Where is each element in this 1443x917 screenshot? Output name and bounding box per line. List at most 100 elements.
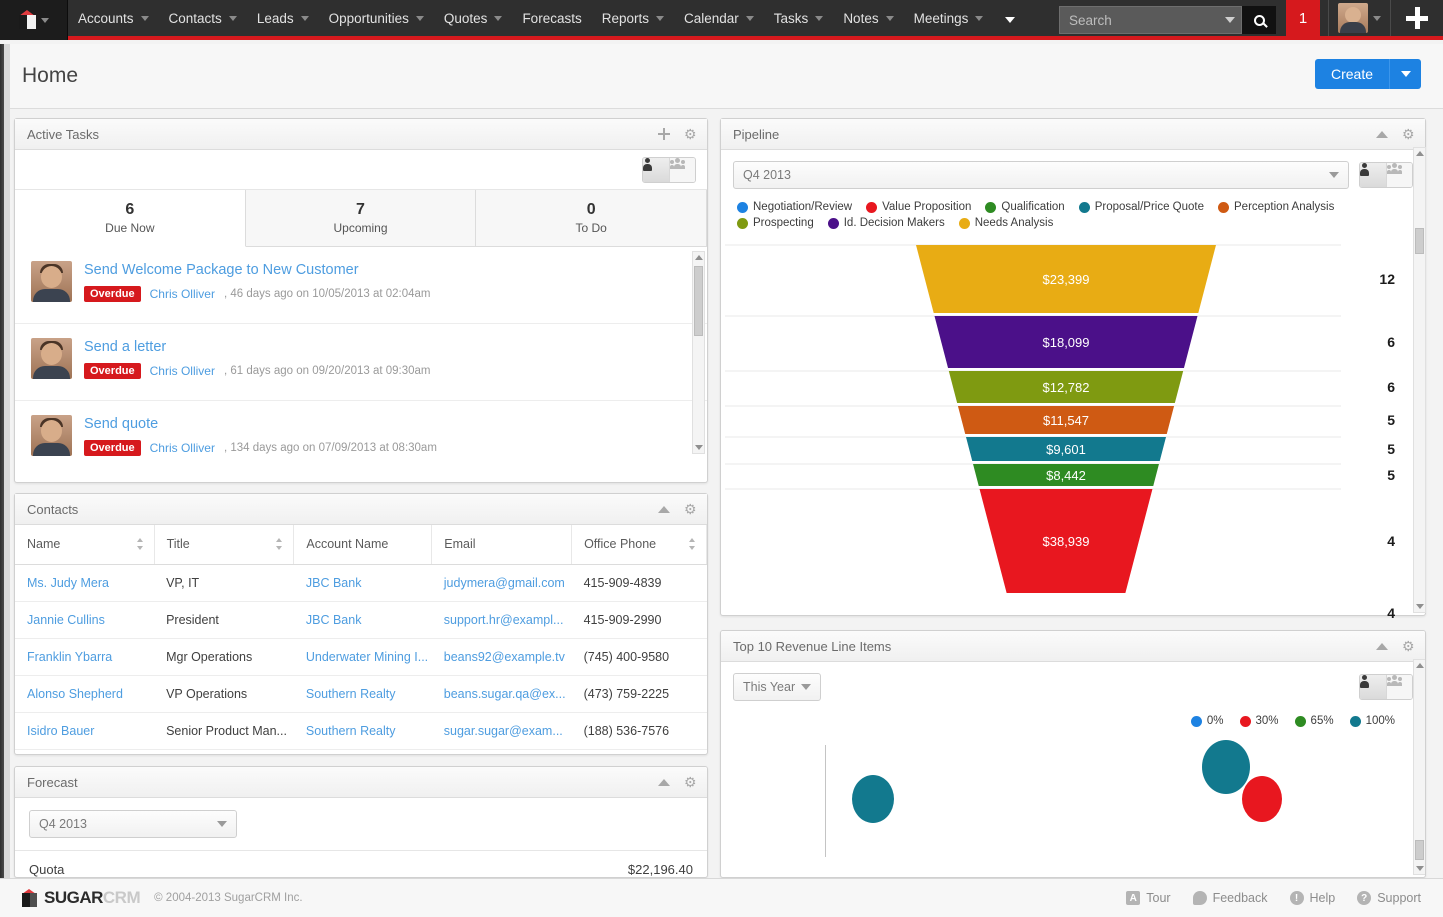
scroll-down-arrow-icon[interactable] (1416, 604, 1424, 609)
legend-item[interactable]: 65% (1294, 715, 1334, 727)
chevron-down-icon[interactable] (1225, 17, 1235, 23)
nav-item-leads[interactable]: Leads (247, 0, 319, 38)
chevron-down-icon[interactable] (140, 15, 149, 21)
task-owner-link[interactable]: Chris Olliver (150, 441, 215, 455)
create-dropdown-toggle[interactable] (1389, 59, 1421, 89)
contact-email-link[interactable]: beans.sugar.qa@ex... (431, 675, 572, 713)
task-name-link[interactable]: Send a letter (84, 339, 431, 355)
gear-icon[interactable]: ⚙ (684, 127, 697, 141)
contact-account-link[interactable]: Underwater Mining I... (293, 638, 432, 676)
task-owner-link[interactable]: Chris Olliver (150, 364, 215, 378)
user-menu-button[interactable] (1328, 0, 1391, 36)
column-header-name[interactable]: Name (15, 525, 155, 565)
scope-team-items-button[interactable] (1386, 675, 1412, 699)
legend-item[interactable]: 100% (1349, 715, 1395, 727)
nav-item-quotes[interactable]: Quotes (434, 0, 513, 38)
scrollbar-thumb[interactable] (1415, 228, 1424, 254)
footer-link-feedback[interactable]: Feedback (1192, 891, 1268, 905)
scroll-up-arrow-icon[interactable] (1416, 151, 1424, 156)
chevron-down-icon[interactable] (656, 15, 664, 21)
scroll-down-arrow-icon[interactable] (695, 445, 703, 450)
task-tab-due-now[interactable]: 6 Due Now (15, 190, 246, 247)
footer-link-tour[interactable]: A Tour (1126, 891, 1171, 905)
contact-account-link[interactable]: Southern Realty (293, 675, 432, 713)
pipeline-scrollbar[interactable] (1413, 147, 1426, 613)
sugarcrm-logo-button[interactable] (0, 0, 68, 40)
contact-email-link[interactable]: judymera@gmail.com (431, 564, 572, 602)
collapse-icon[interactable] (1376, 642, 1388, 650)
table-row[interactable]: Jannie Cullins President JBC Bank support.h… (15, 601, 707, 639)
quick-create-button[interactable] (1391, 0, 1443, 36)
task-row[interactable]: Send Welcome Package to New Customer Over… (15, 247, 707, 324)
column-header-email[interactable]: Email (431, 525, 573, 565)
scroll-down-arrow-icon[interactable] (1416, 866, 1424, 871)
legend-item[interactable]: 0% (1190, 715, 1224, 727)
task-row[interactable]: Send quote Overdue Chris Olliver , 134 days… (15, 401, 707, 458)
sort-icon[interactable] (689, 538, 696, 550)
task-tab-to-do[interactable]: 0 To Do (476, 190, 708, 246)
scope-team-items-button[interactable] (669, 157, 695, 182)
legend-item[interactable]: Needs Analysis (958, 217, 1053, 229)
nav-item-meetings[interactable]: Meetings (904, 0, 994, 38)
task-name-link[interactable]: Send quote (84, 416, 437, 432)
scope-team-items-button[interactable] (1386, 163, 1412, 187)
gear-icon[interactable]: ⚙ (1402, 127, 1415, 141)
scope-my-items-button[interactable] (643, 157, 669, 182)
revenue-scrollbar[interactable] (1413, 659, 1425, 875)
contact-email-link[interactable]: beans92@example.tv (431, 638, 572, 676)
contact-name-link[interactable]: Ms. Judy Mera (15, 564, 155, 602)
task-list-scrollbar[interactable] (692, 251, 705, 454)
nav-item-tasks[interactable]: Tasks (764, 0, 834, 38)
chevron-down-icon[interactable] (494, 15, 503, 21)
table-row[interactable]: Alonso Shepherd VP Operations Southern Rea… (15, 675, 707, 713)
contact-name-link[interactable]: Alonso Shepherd (15, 675, 155, 713)
column-header-account-name[interactable]: Account Name (293, 525, 433, 565)
chevron-down-icon[interactable] (975, 15, 984, 21)
contact-name-link[interactable]: Franklin Ybarra (15, 638, 155, 676)
contact-account-link[interactable]: JBC Bank (293, 601, 432, 639)
contact-email-link[interactable]: support.hr@exampl... (431, 601, 572, 639)
search-input[interactable] (1069, 12, 1219, 28)
table-row[interactable]: Isidro Bauer Senior Product Man... Souther… (15, 712, 707, 750)
bubble-point[interactable] (852, 775, 894, 823)
nav-item-calendar[interactable]: Calendar (674, 0, 764, 38)
nav-item-contacts[interactable]: Contacts (159, 0, 247, 38)
column-header-office-phone[interactable]: Office Phone (571, 525, 707, 565)
contact-account-link[interactable]: JBC Bank (293, 564, 432, 602)
scrollbar-thumb[interactable] (694, 266, 703, 336)
nav-item-opportunities[interactable]: Opportunities (319, 0, 434, 38)
collapse-icon[interactable] (658, 778, 670, 786)
legend-item[interactable]: Perception Analysis (1218, 201, 1334, 213)
sort-icon[interactable] (136, 538, 144, 550)
table-row[interactable]: Ms. Judy Mera VP, IT JBC Bank judymera@gmai… (15, 564, 707, 602)
task-row[interactable]: Send a letter Overdue Chris Olliver , 61 da… (15, 324, 707, 401)
nav-item-reports[interactable]: Reports (592, 0, 674, 38)
notification-badge[interactable]: 1 (1286, 0, 1320, 36)
nav-item-forecasts[interactable]: Forecasts (512, 0, 591, 38)
gear-icon[interactable]: ⚙ (1402, 639, 1415, 653)
nav-item-notes[interactable]: Notes (833, 0, 903, 38)
legend-item[interactable]: Id. Decision Makers (827, 217, 945, 229)
nav-item-accounts[interactable]: Accounts (68, 0, 159, 38)
contact-email-link[interactable]: sugar.sugar@exam... (431, 712, 572, 750)
chevron-down-icon[interactable] (228, 15, 237, 21)
contact-name-link[interactable]: Jannie Cullins (15, 601, 155, 639)
bubble-point[interactable] (1202, 740, 1250, 794)
scroll-up-arrow-icon[interactable] (1416, 663, 1424, 668)
search-button[interactable] (1242, 6, 1276, 34)
collapse-icon[interactable] (1376, 130, 1388, 138)
scroll-up-arrow-icon[interactable] (695, 255, 703, 260)
bubble-point[interactable] (1242, 776, 1282, 822)
contact-name-link[interactable]: Isidro Bauer (15, 712, 155, 750)
chevron-down-icon[interactable] (815, 15, 824, 21)
forecast-period-select[interactable]: Q4 2013 (29, 810, 237, 838)
task-owner-link[interactable]: Chris Olliver (150, 287, 215, 301)
search-input-wrapper[interactable] (1059, 6, 1242, 34)
gear-icon[interactable]: ⚙ (684, 502, 697, 516)
legend-item[interactable]: Prospecting (737, 217, 814, 229)
collapse-icon[interactable] (658, 505, 670, 513)
create-button[interactable]: Create (1314, 59, 1421, 89)
chevron-down-icon[interactable] (300, 15, 309, 21)
footer-link-help[interactable]: ! Help (1289, 891, 1335, 905)
sort-icon[interactable] (276, 538, 283, 550)
